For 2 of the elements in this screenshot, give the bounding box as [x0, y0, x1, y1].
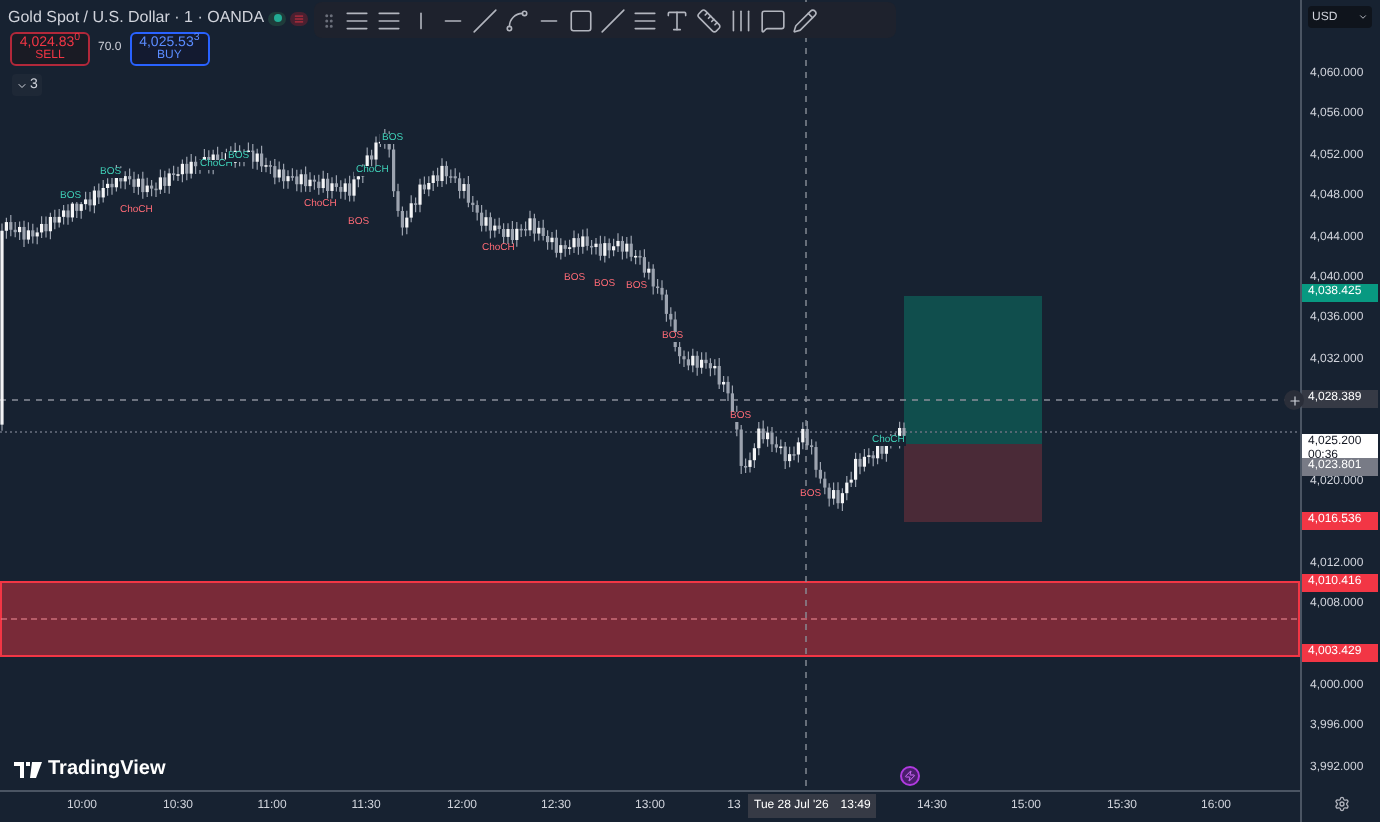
brand-name: TradingView [48, 760, 166, 780]
symbol-title: Gold Spot / U.S. Dollar · 1 · OANDA [8, 6, 265, 30]
